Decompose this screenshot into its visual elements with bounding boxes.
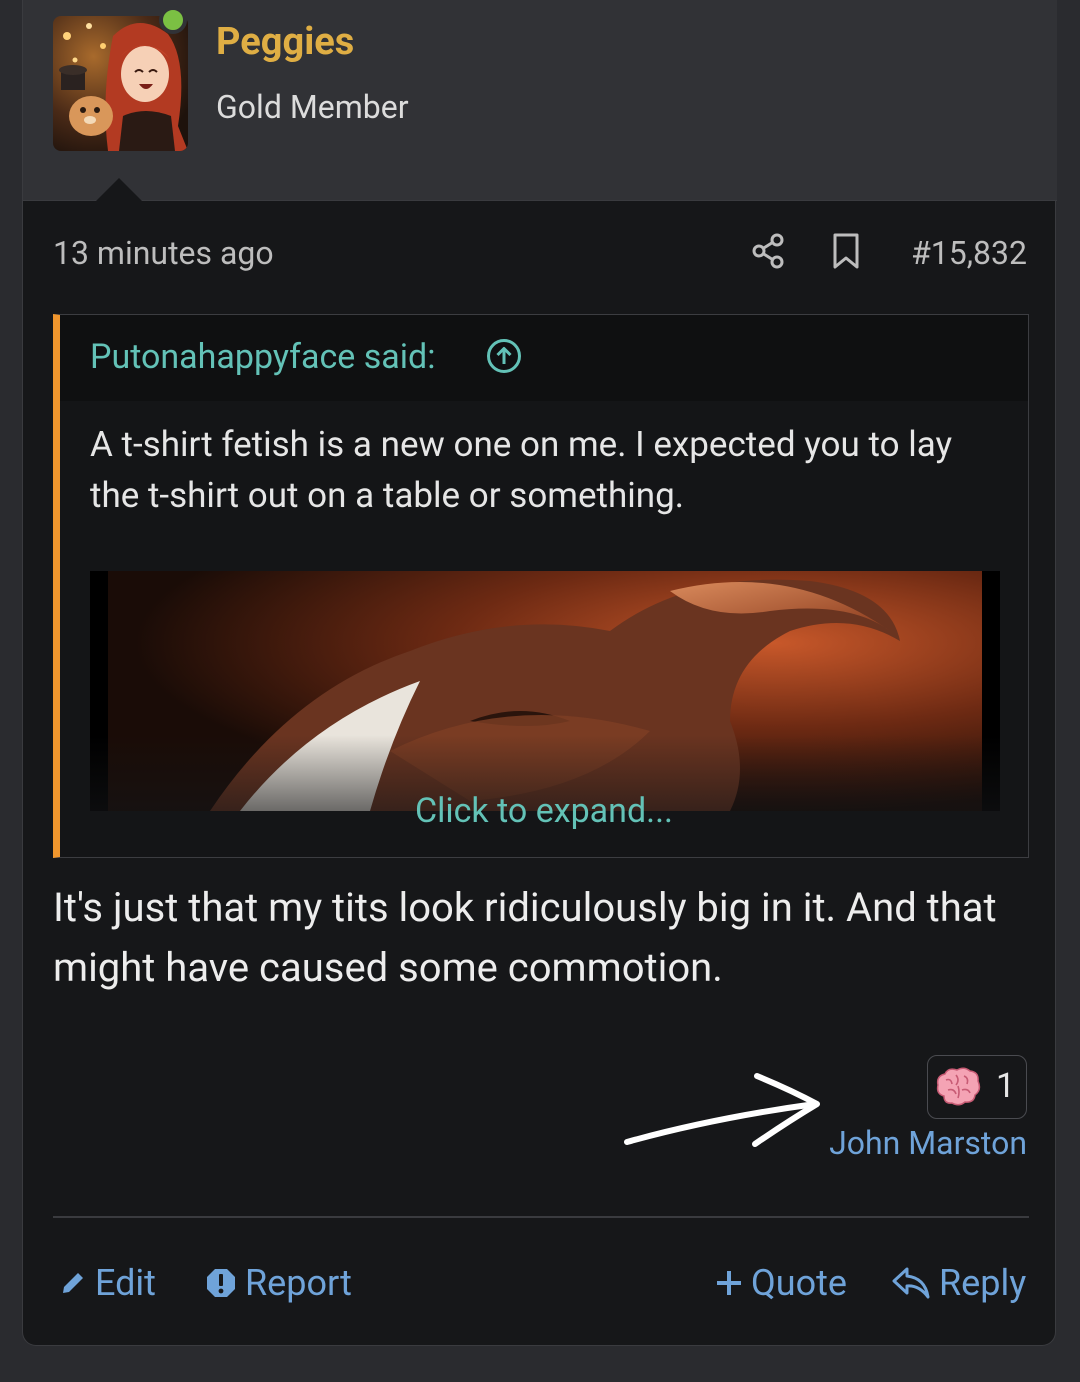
reaction-count: 1 [996,1066,1016,1106]
plus-icon [717,1271,741,1295]
avatar[interactable] [53,16,188,151]
reply-label: Reply [939,1262,1027,1304]
report-label: Report [245,1262,352,1304]
edit-button[interactable]: Edit [59,1262,156,1304]
user-title: Gold Member [216,88,409,126]
post-user-header: Peggies Gold Member [23,0,1057,202]
reply-icon [892,1267,930,1299]
post-number[interactable]: #15,832 [911,234,1027,272]
online-status-dot [159,6,187,34]
pencil-icon [63,1273,83,1293]
arrow-up-circle-icon[interactable] [486,338,522,374]
bookmark-icon[interactable] [831,232,861,270]
post-body: It's just that my tits look ridiculously… [53,884,997,991]
header-notch [95,178,143,202]
brain-icon [936,1067,981,1106]
edit-label: Edit [95,1262,156,1304]
post-card: Peggies Gold Member 13 minutes ago #15,8… [22,0,1057,1346]
click-to-expand-link[interactable]: Click to expand... [60,791,1028,831]
hand-drawn-arrow-icon [624,1073,820,1147]
post-footer-divider [53,1216,1029,1218]
username[interactable]: Peggies [216,20,354,64]
alert-icon [207,1269,235,1297]
post-timestamp[interactable]: 13 minutes ago [53,234,274,272]
reply-button[interactable]: Reply [891,1262,1026,1304]
quote-attribution[interactable]: Putonahappyface said: [90,337,435,377]
quote-text: A t-shirt fetish is a new one on me. I e… [90,424,953,516]
reaction-user-link[interactable]: John Marston [829,1124,1027,1162]
reaction-summary[interactable]: 1 [927,1055,1027,1119]
quote-label: Quote [751,1262,848,1304]
quote-button[interactable]: Quote [715,1262,847,1304]
share-icon[interactable] [751,233,785,269]
quote-header: Putonahappyface said: [60,315,1028,401]
quote-block: Putonahappyface said: A t-shirt fetish i… [53,314,1029,858]
report-button[interactable]: Report [205,1262,352,1304]
